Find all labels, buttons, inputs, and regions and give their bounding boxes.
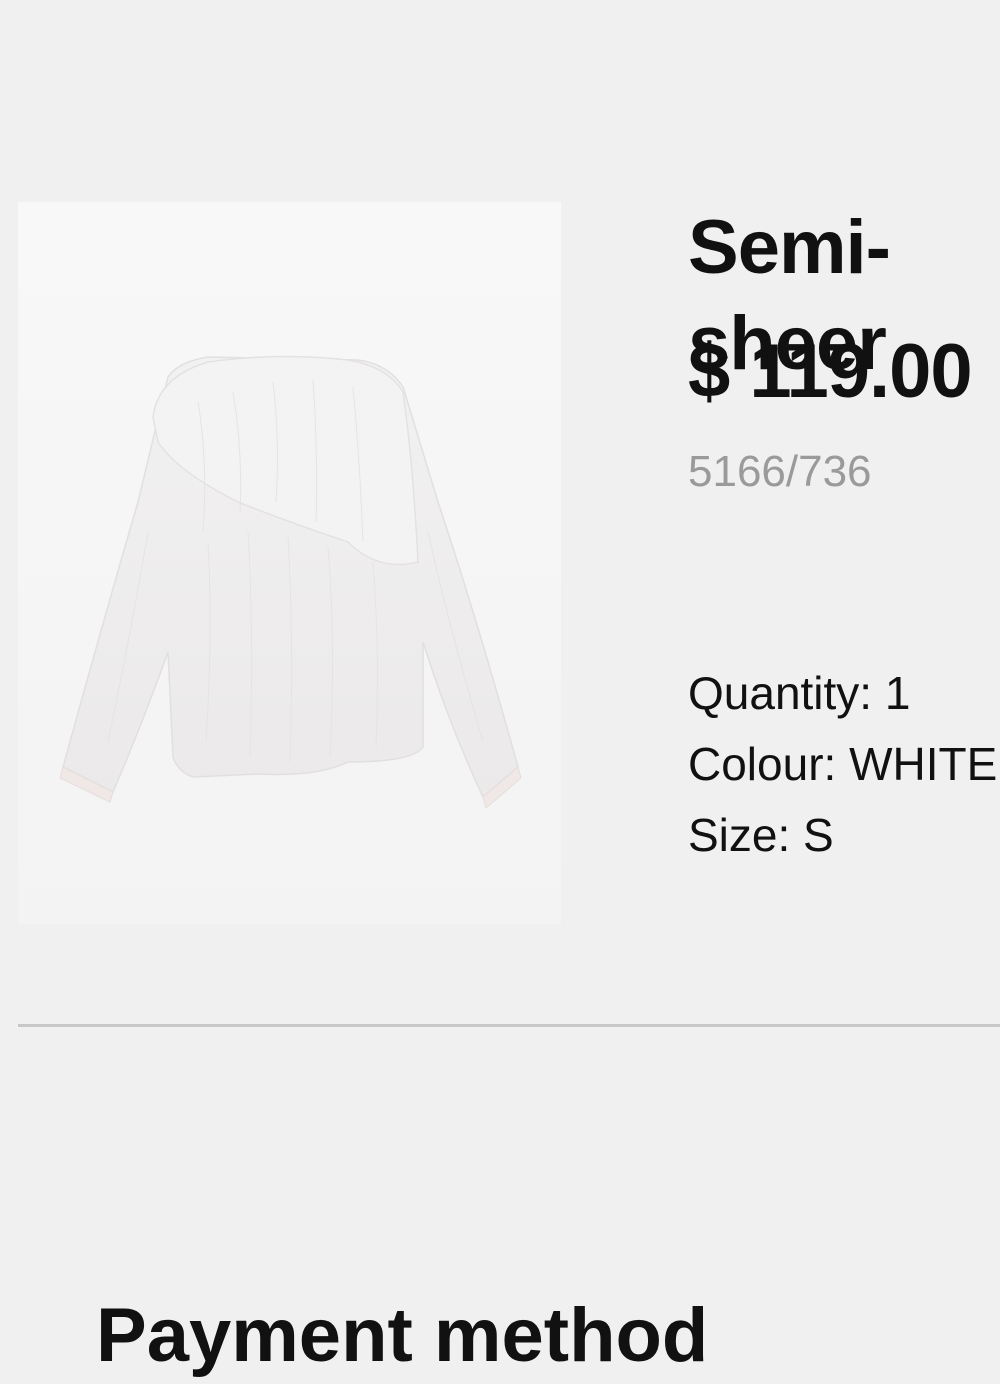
- payment-method-heading: Payment method: [96, 1293, 709, 1378]
- blouse-photo-icon: [59, 355, 522, 809]
- quantity-row: Quantity: 1: [688, 666, 910, 720]
- colour-label: Colour:: [688, 738, 837, 790]
- quantity-label: Quantity:: [688, 667, 873, 719]
- quantity-value: 1: [884, 667, 911, 719]
- product-reference: 5166/736: [688, 447, 872, 496]
- size-label: Size:: [688, 809, 791, 861]
- product-image[interactable]: [18, 202, 561, 924]
- product-price: $ 119.00: [688, 329, 973, 414]
- section-divider: [18, 1024, 1000, 1027]
- size-value: S: [803, 809, 834, 861]
- product-details: Semi-sheer $ 119.00 5166/736 Quantity: 1…: [688, 196, 1000, 876]
- size-row: Size: S: [688, 808, 834, 862]
- colour-value: WHITE: [849, 738, 998, 790]
- colour-row: Colour: WHITE: [688, 737, 997, 791]
